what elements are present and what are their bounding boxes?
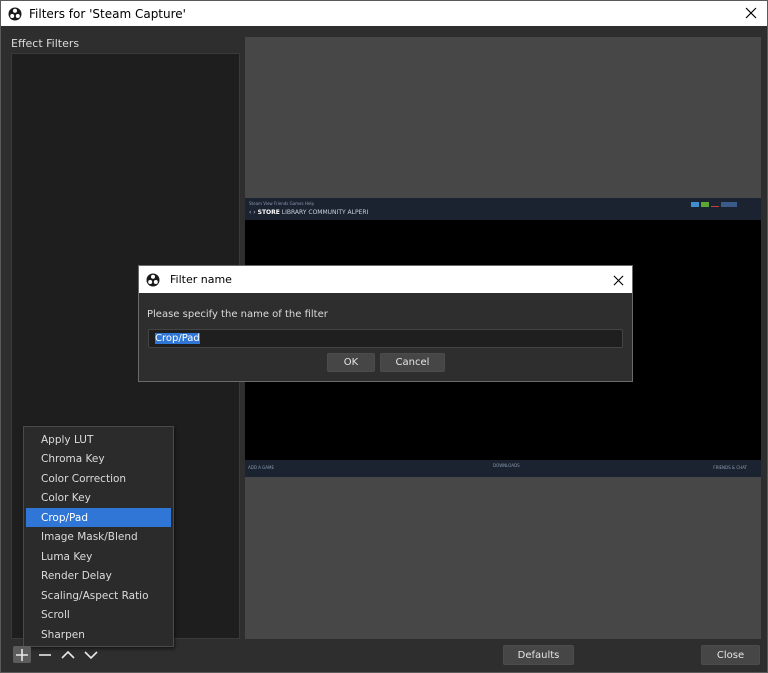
- chevron-up-icon: [61, 650, 75, 659]
- menu-item-render-delay[interactable]: Render Delay: [26, 567, 171, 586]
- plus-icon: [16, 648, 28, 661]
- steam-nav: ‹ › STORE LIBRARY COMMUNITY ALPERI: [249, 209, 369, 216]
- effect-filters-label: Effect Filters: [11, 37, 80, 50]
- filters-window: Filters for 'Steam Capture' Effect Filte…: [0, 0, 768, 673]
- dialog-titlebar: Filter name: [139, 266, 632, 293]
- cancel-button[interactable]: Cancel: [380, 353, 445, 372]
- steam-footer-friends: FRIENDS & CHAT: [713, 465, 747, 470]
- obs-logo-icon: [146, 273, 160, 286]
- window-title: Filters for 'Steam Capture': [29, 6, 186, 21]
- menu-item-chroma-key[interactable]: Chroma Key: [26, 450, 171, 469]
- steam-nav-store: STORE: [257, 209, 280, 216]
- steam-menu-bar: Steam View Friends Games Help: [249, 201, 314, 206]
- steam-footer-add-game: ADD A GAME: [248, 465, 274, 470]
- add-filter-menu: Apply LUT Chroma Key Color Correction Co…: [23, 426, 174, 647]
- minus-icon: [39, 653, 51, 656]
- steam-footer: ADD A GAME DOWNLOADS FRIENDS & CHAT: [245, 460, 761, 477]
- window-titlebar: Filters for 'Steam Capture': [1, 1, 767, 26]
- menu-item-crop-pad[interactable]: Crop/Pad: [26, 508, 171, 527]
- close-button[interactable]: Close: [701, 645, 760, 665]
- filter-name-input[interactable]: Crop/Pad: [148, 329, 623, 348]
- dialog-close-button[interactable]: [608, 270, 628, 290]
- close-icon: [613, 275, 623, 285]
- menu-item-scroll[interactable]: Scroll: [26, 606, 171, 625]
- menu-item-scaling-aspect-ratio[interactable]: Scaling/Aspect Ratio: [26, 586, 171, 605]
- menu-item-sharpen[interactable]: Sharpen: [26, 625, 171, 644]
- steam-footer-downloads: DOWNLOADS: [493, 463, 520, 468]
- close-icon: [745, 7, 757, 19]
- steam-top-right-controls: [691, 202, 747, 207]
- steam-header: Steam View Friends Games Help ‹ › STORE …: [245, 198, 761, 220]
- menu-item-color-correction[interactable]: Color Correction: [26, 469, 171, 488]
- filter-name-dialog: Filter name Please specify the name of t…: [138, 265, 633, 382]
- menu-item-image-mask-blend[interactable]: Image Mask/Blend: [26, 528, 171, 547]
- steam-nav-rest: LIBRARY COMMUNITY ALPERI: [281, 209, 369, 216]
- menu-item-luma-key[interactable]: Luma Key: [26, 547, 171, 566]
- window-close-button[interactable]: [741, 3, 761, 23]
- menu-item-color-key[interactable]: Color Key: [26, 489, 171, 508]
- ok-button[interactable]: OK: [327, 353, 375, 372]
- filter-name-value: Crop/Pad: [155, 333, 200, 344]
- defaults-button[interactable]: Defaults: [503, 645, 574, 665]
- move-filter-up-button[interactable]: [59, 646, 77, 663]
- obs-logo-icon: [8, 7, 22, 20]
- menu-item-apply-lut[interactable]: Apply LUT: [26, 430, 171, 449]
- move-filter-down-button[interactable]: [82, 646, 100, 663]
- dialog-title: Filter name: [170, 273, 232, 286]
- dialog-prompt: Please specify the name of the filter: [147, 309, 328, 320]
- remove-filter-button[interactable]: [36, 646, 54, 663]
- add-filter-button[interactable]: [13, 646, 31, 663]
- chevron-down-icon: [84, 650, 98, 659]
